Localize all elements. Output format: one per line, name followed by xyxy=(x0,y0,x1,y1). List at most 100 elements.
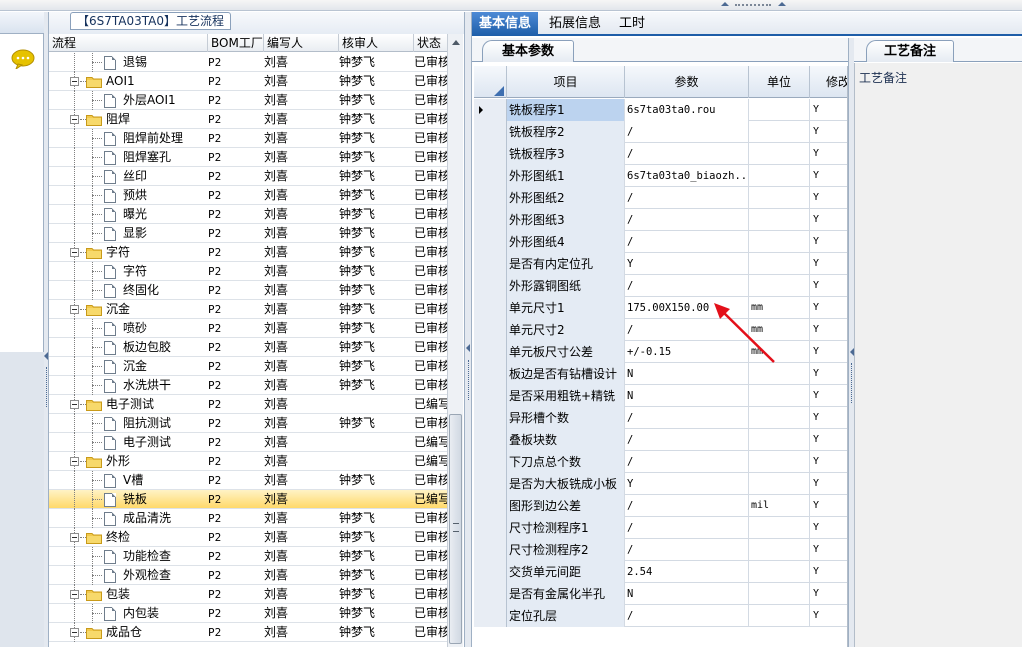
param-unit-cell[interactable] xyxy=(749,407,810,429)
param-row[interactable]: 是否采用粗铣+精铣 N Y xyxy=(474,385,847,407)
middle-splitter[interactable] xyxy=(464,12,472,647)
param-value-cell[interactable]: Y xyxy=(625,253,749,275)
param-modify-cell[interactable]: Y xyxy=(810,517,847,539)
param-unit-cell[interactable] xyxy=(749,99,810,121)
row-indicator[interactable] xyxy=(474,363,507,385)
row-indicator[interactable] xyxy=(474,451,507,473)
param-row[interactable]: 单元板尺寸公差 +/-0.15 mm Y xyxy=(474,341,847,363)
row-indicator[interactable] xyxy=(474,187,507,209)
collapse-arrow-icon[interactable] xyxy=(778,2,786,6)
param-row[interactable]: 外形图纸3/ Y xyxy=(474,209,847,231)
col-header-unit[interactable]: 单位 xyxy=(749,66,810,98)
param-unit-cell[interactable] xyxy=(749,605,810,627)
param-value-cell[interactable]: 6s7ta03ta0_biaozh... xyxy=(625,165,749,187)
param-unit-cell[interactable] xyxy=(749,143,810,165)
tree-scrollbar[interactable] xyxy=(447,34,463,647)
param-unit-cell[interactable] xyxy=(749,517,810,539)
collapse-toggle-icon[interactable] xyxy=(70,305,79,314)
tree-panel-title[interactable]: 【6S7TA03TA0】工艺流程 xyxy=(70,12,232,30)
collapse-arrow-icon[interactable] xyxy=(721,2,729,6)
tree-row[interactable]: 终检 P2 刘喜 钟梦飞 已审核 xyxy=(49,528,463,547)
param-unit-cell[interactable] xyxy=(749,473,810,495)
collapse-left-icon[interactable] xyxy=(466,344,470,352)
param-unit-cell[interactable] xyxy=(749,429,810,451)
tree-row[interactable]: 板边包胶 P2 刘喜 钟梦飞 已审核 xyxy=(49,338,463,357)
param-value-cell[interactable]: / xyxy=(625,231,749,253)
param-modify-cell[interactable]: Y xyxy=(810,121,847,143)
collapse-toggle-icon[interactable] xyxy=(70,590,79,599)
tab-basic-info[interactable]: 基本信息 xyxy=(472,12,539,36)
param-row[interactable]: 下刀点总个数 / Y xyxy=(474,451,847,473)
col-header-bom[interactable]: BOM工厂 xyxy=(208,34,264,52)
param-value-cell[interactable]: / xyxy=(625,495,749,517)
collapse-toggle-icon[interactable] xyxy=(70,115,79,124)
tree-row[interactable]: 成品仓 P2 刘喜 钟梦飞 已审核 xyxy=(49,623,463,642)
param-row[interactable]: 异形槽个数 / Y xyxy=(474,407,847,429)
param-modify-cell[interactable]: Y xyxy=(810,297,847,319)
param-value-cell[interactable]: / xyxy=(625,121,749,143)
tree-row[interactable]: 字符 P2 刘喜 钟梦飞 已审核 xyxy=(49,262,463,281)
param-row[interactable]: 交货单元间距 2.54 Y xyxy=(474,561,847,583)
row-indicator[interactable] xyxy=(474,429,507,451)
tree-row[interactable]: 字符 P2 刘喜 钟梦飞 已审核 xyxy=(49,243,463,262)
param-modify-cell[interactable]: Y xyxy=(810,583,847,605)
param-modify-cell[interactable]: Y xyxy=(810,143,847,165)
param-unit-cell[interactable] xyxy=(749,561,810,583)
tree-row[interactable]: 终固化 P2 刘喜 钟梦飞 已审核 xyxy=(49,281,463,300)
tree-row[interactable]: 退锡 P2 刘喜 钟梦飞 已审核 xyxy=(49,53,463,72)
param-value-cell[interactable]: Y xyxy=(625,473,749,495)
row-indicator[interactable] xyxy=(474,319,507,341)
row-indicator[interactable] xyxy=(474,583,507,605)
tree-row[interactable]: 沉金 P2 刘喜 钟梦飞 已审核 xyxy=(49,357,463,376)
col-header-process[interactable]: 流程 xyxy=(49,34,208,52)
row-indicator[interactable] xyxy=(474,473,507,495)
param-modify-cell[interactable]: Y xyxy=(810,451,847,473)
row-indicator[interactable] xyxy=(474,231,507,253)
param-value-cell[interactable]: N xyxy=(625,583,749,605)
param-row[interactable]: 是否为大板铣成小板 Y Y xyxy=(474,473,847,495)
row-indicator[interactable] xyxy=(474,561,507,583)
tree-row[interactable]: 阻抗测试 P2 刘喜 钟梦飞 已审核 xyxy=(49,414,463,433)
tree-row[interactable]: 成品清洗 P2 刘喜 钟梦飞 已审核 xyxy=(49,509,463,528)
param-value-cell[interactable]: / xyxy=(625,209,749,231)
param-modify-cell[interactable]: Y xyxy=(810,231,847,253)
row-indicator[interactable] xyxy=(474,539,507,561)
select-all-icon[interactable] xyxy=(494,86,504,96)
param-unit-cell[interactable] xyxy=(749,539,810,561)
row-indicator[interactable] xyxy=(474,605,507,627)
collapse-toggle-icon[interactable] xyxy=(70,628,79,637)
param-unit-cell[interactable] xyxy=(749,231,810,253)
param-value-cell[interactable]: / xyxy=(625,605,749,627)
param-value-cell[interactable]: / xyxy=(625,143,749,165)
param-value-cell[interactable]: / xyxy=(625,407,749,429)
tree-row[interactable]: 内包装 P2 刘喜 钟梦飞 已审核 xyxy=(49,604,463,623)
tree-row[interactable]: 阻焊 P2 刘喜 钟梦飞 已审核 xyxy=(49,110,463,129)
param-row[interactable]: 板边是否有钻槽设计 N Y xyxy=(474,363,847,385)
param-modify-cell[interactable]: Y xyxy=(810,605,847,627)
param-row[interactable]: 铣板程序2/ Y xyxy=(474,121,847,143)
tree-row[interactable]: 包装 P2 刘喜 钟梦飞 已审核 xyxy=(49,585,463,604)
param-unit-cell[interactable] xyxy=(749,209,810,231)
tree-row[interactable]: 曝光 P2 刘喜 钟梦飞 已审核 xyxy=(49,205,463,224)
param-unit-cell[interactable] xyxy=(749,583,810,605)
collapse-toggle-icon[interactable] xyxy=(70,457,79,466)
param-unit-cell[interactable] xyxy=(749,121,810,143)
param-row[interactable]: 外形图纸1 6s7ta03ta0_biaozh... Y xyxy=(474,165,847,187)
row-indicator[interactable] xyxy=(474,385,507,407)
param-modify-cell[interactable]: Y xyxy=(810,99,847,121)
param-row[interactable]: 定位孔层 / Y xyxy=(474,605,847,627)
row-indicator[interactable] xyxy=(474,517,507,539)
collapse-toggle-icon[interactable] xyxy=(70,400,79,409)
param-modify-cell[interactable]: Y xyxy=(810,209,847,231)
param-row[interactable]: 是否有内定位孔 Y Y xyxy=(474,253,847,275)
collapse-toggle-icon[interactable] xyxy=(70,77,79,86)
scroll-up-icon[interactable] xyxy=(452,40,460,45)
param-value-cell[interactable]: / xyxy=(625,451,749,473)
tree-row[interactable]: 外层AOI1 P2 刘喜 钟梦飞 已审核 xyxy=(49,91,463,110)
param-row[interactable]: 尺寸检测程序1/ Y xyxy=(474,517,847,539)
tree-row[interactable]: 电子测试 P2 刘喜 已编写 xyxy=(49,395,463,414)
param-unit-cell[interactable] xyxy=(749,385,810,407)
tab-work-hours[interactable]: 工时 xyxy=(612,12,652,36)
tree-row[interactable]: 水洗烘干 P2 刘喜 钟梦飞 已审核 xyxy=(49,376,463,395)
param-row[interactable]: 单元尺寸1 175.00X150.00 mm Y xyxy=(474,297,847,319)
